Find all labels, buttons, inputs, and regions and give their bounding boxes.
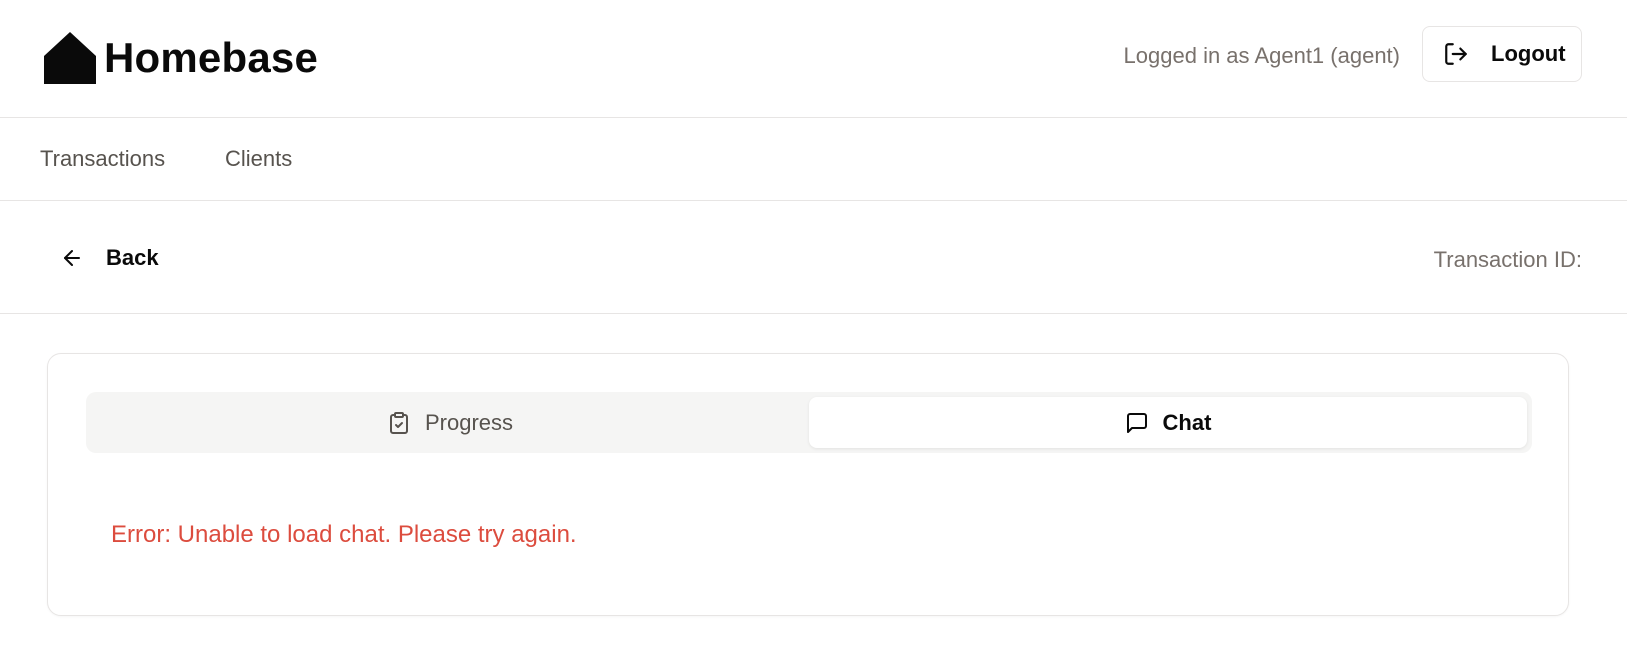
app-name: Homebase: [104, 34, 319, 81]
message-square-icon: [1126, 412, 1147, 433]
transaction-id-label: Transaction ID:: [1433, 247, 1582, 272]
top-header: Homebase Logged in as Agent1 (agent) Log…: [0, 0, 1627, 118]
transaction-card: Progress Chat Error: Unable to load chat…: [47, 353, 1569, 616]
tab-list: Progress Chat: [86, 392, 1532, 453]
nav-item-clients[interactable]: Clients: [225, 145, 292, 173]
chat-error-message: Error: Unable to load chat. Please try a…: [111, 521, 577, 548]
tab-progress-label: Progress: [424, 409, 514, 435]
arrow-left-icon: [64, 250, 80, 266]
logout-button[interactable]: Logout: [1422, 26, 1582, 82]
tab-progress[interactable]: Progress: [91, 397, 809, 448]
tab-chat[interactable]: Chat: [809, 397, 1527, 448]
logout-label: Logout: [1491, 41, 1566, 66]
logout-icon: [1445, 43, 1467, 65]
homebase-logo[interactable]: Homebase: [44, 28, 318, 84]
back-label: Back: [106, 245, 159, 270]
logged-in-user-text: Logged in as Agent1 (agent): [1123, 43, 1400, 68]
nav-item-transactions[interactable]: Transactions: [40, 145, 165, 173]
back-button[interactable]: Back: [52, 233, 172, 283]
house-icon: [44, 32, 96, 84]
main-nav: Transactions Clients: [0, 118, 1627, 201]
tab-chat-label: Chat: [1162, 409, 1212, 435]
clipboard-check-icon: [389, 411, 408, 434]
transaction-subheader: Back Transaction ID:: [0, 201, 1627, 314]
